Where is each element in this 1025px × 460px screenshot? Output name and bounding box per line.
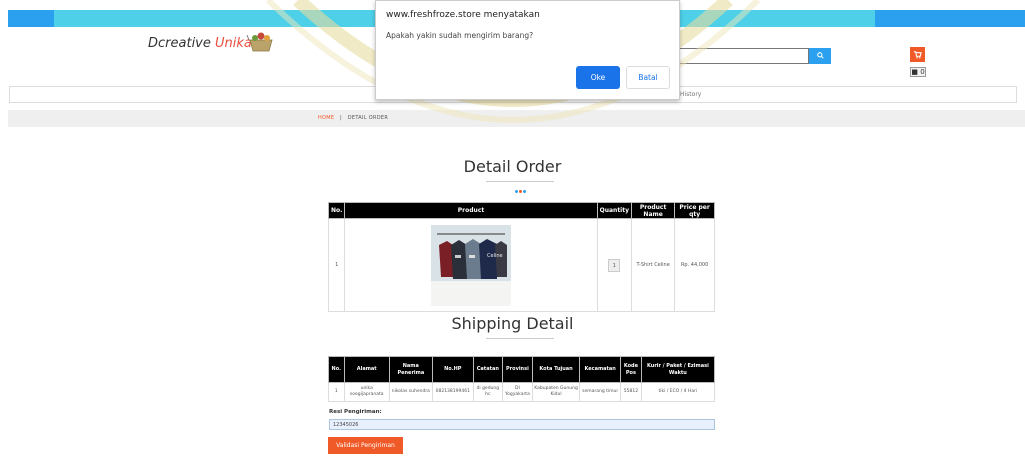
nav-item-history[interactable]: History: [680, 91, 701, 98]
column-header: No.HP: [431, 356, 474, 383]
ok-button[interactable]: Oke: [576, 66, 620, 89]
column-header: Catatan: [472, 356, 503, 383]
order-table: No. Product Quantity Product Name Price …: [327, 202, 715, 312]
product-name: T-Shirt Celine: [631, 218, 676, 312]
table-row: 1 unika soegijapranata nikolas suhendra …: [328, 382, 716, 402]
dialog-message: Apakah yakin sudah mengirim barang?: [386, 31, 534, 40]
column-header: No.: [328, 356, 345, 383]
breadcrumb: HOME | DETAIL ORDER: [318, 115, 389, 121]
column-header: Product: [344, 202, 598, 219]
column-header: Provinsi: [501, 356, 533, 383]
product-image: Celine: [431, 224, 512, 306]
column-header: Product Name: [631, 202, 676, 219]
product-price: Rp. 44,000: [674, 218, 715, 312]
search-button[interactable]: [809, 48, 831, 64]
quantity-field: 1: [608, 258, 621, 272]
column-header: Kurir / Paket / Ezimasi Waktu: [640, 356, 716, 383]
resi-input[interactable]: [329, 419, 715, 430]
column-header: Kecamatan: [579, 356, 622, 383]
svg-text:Celine: Celine: [487, 253, 503, 259]
column-header: Alamat: [343, 356, 390, 383]
shipping-title: Shipping Detail: [451, 314, 574, 333]
confirm-dialog: www.freshfroze.store menyatakan Apakah y…: [375, 0, 680, 100]
resi-label: Resi Pengiriman:: [329, 409, 382, 415]
column-header: No.: [327, 202, 346, 219]
breadcrumb-current: DETAIL ORDER: [347, 115, 389, 121]
dialog-site-text: www.freshfroze.store menyatakan: [386, 10, 540, 20]
top-bar-right-accent: [875, 10, 1025, 27]
cart-button[interactable]: [910, 47, 925, 62]
cancel-button[interactable]: Batal: [626, 66, 670, 89]
table-row: 1 Celine 1 T-Shirt Celine Rp. 44,000: [327, 218, 715, 312]
shipping-divider: [486, 338, 554, 339]
page-title: Detail Order: [463, 157, 562, 176]
search-icon: [816, 52, 824, 59]
validate-shipping-button[interactable]: Validasi Pengiriman: [328, 437, 403, 454]
column-header: Nama Penerima: [388, 356, 433, 383]
column-header: Price per qty: [674, 202, 715, 219]
breadcrumb-home[interactable]: HOME: [318, 115, 334, 121]
basket-logo-icon: [246, 32, 273, 52]
cart-count-badge: ■ 0: [910, 67, 926, 77]
site-logo[interactable]: Dcreative Unika: [148, 36, 252, 51]
top-bar-left-accent: [8, 10, 54, 27]
breadcrumb-bar: [8, 110, 1025, 127]
cart-icon: [913, 51, 922, 59]
shipping-table: No. Alamat Nama Penerima No.HP Catatan P…: [328, 356, 716, 402]
title-dots: [514, 178, 528, 193]
column-header: Kota Tujuan: [531, 356, 581, 383]
column-header: Kode Pos: [620, 356, 642, 383]
column-header: Quantity: [596, 202, 633, 219]
